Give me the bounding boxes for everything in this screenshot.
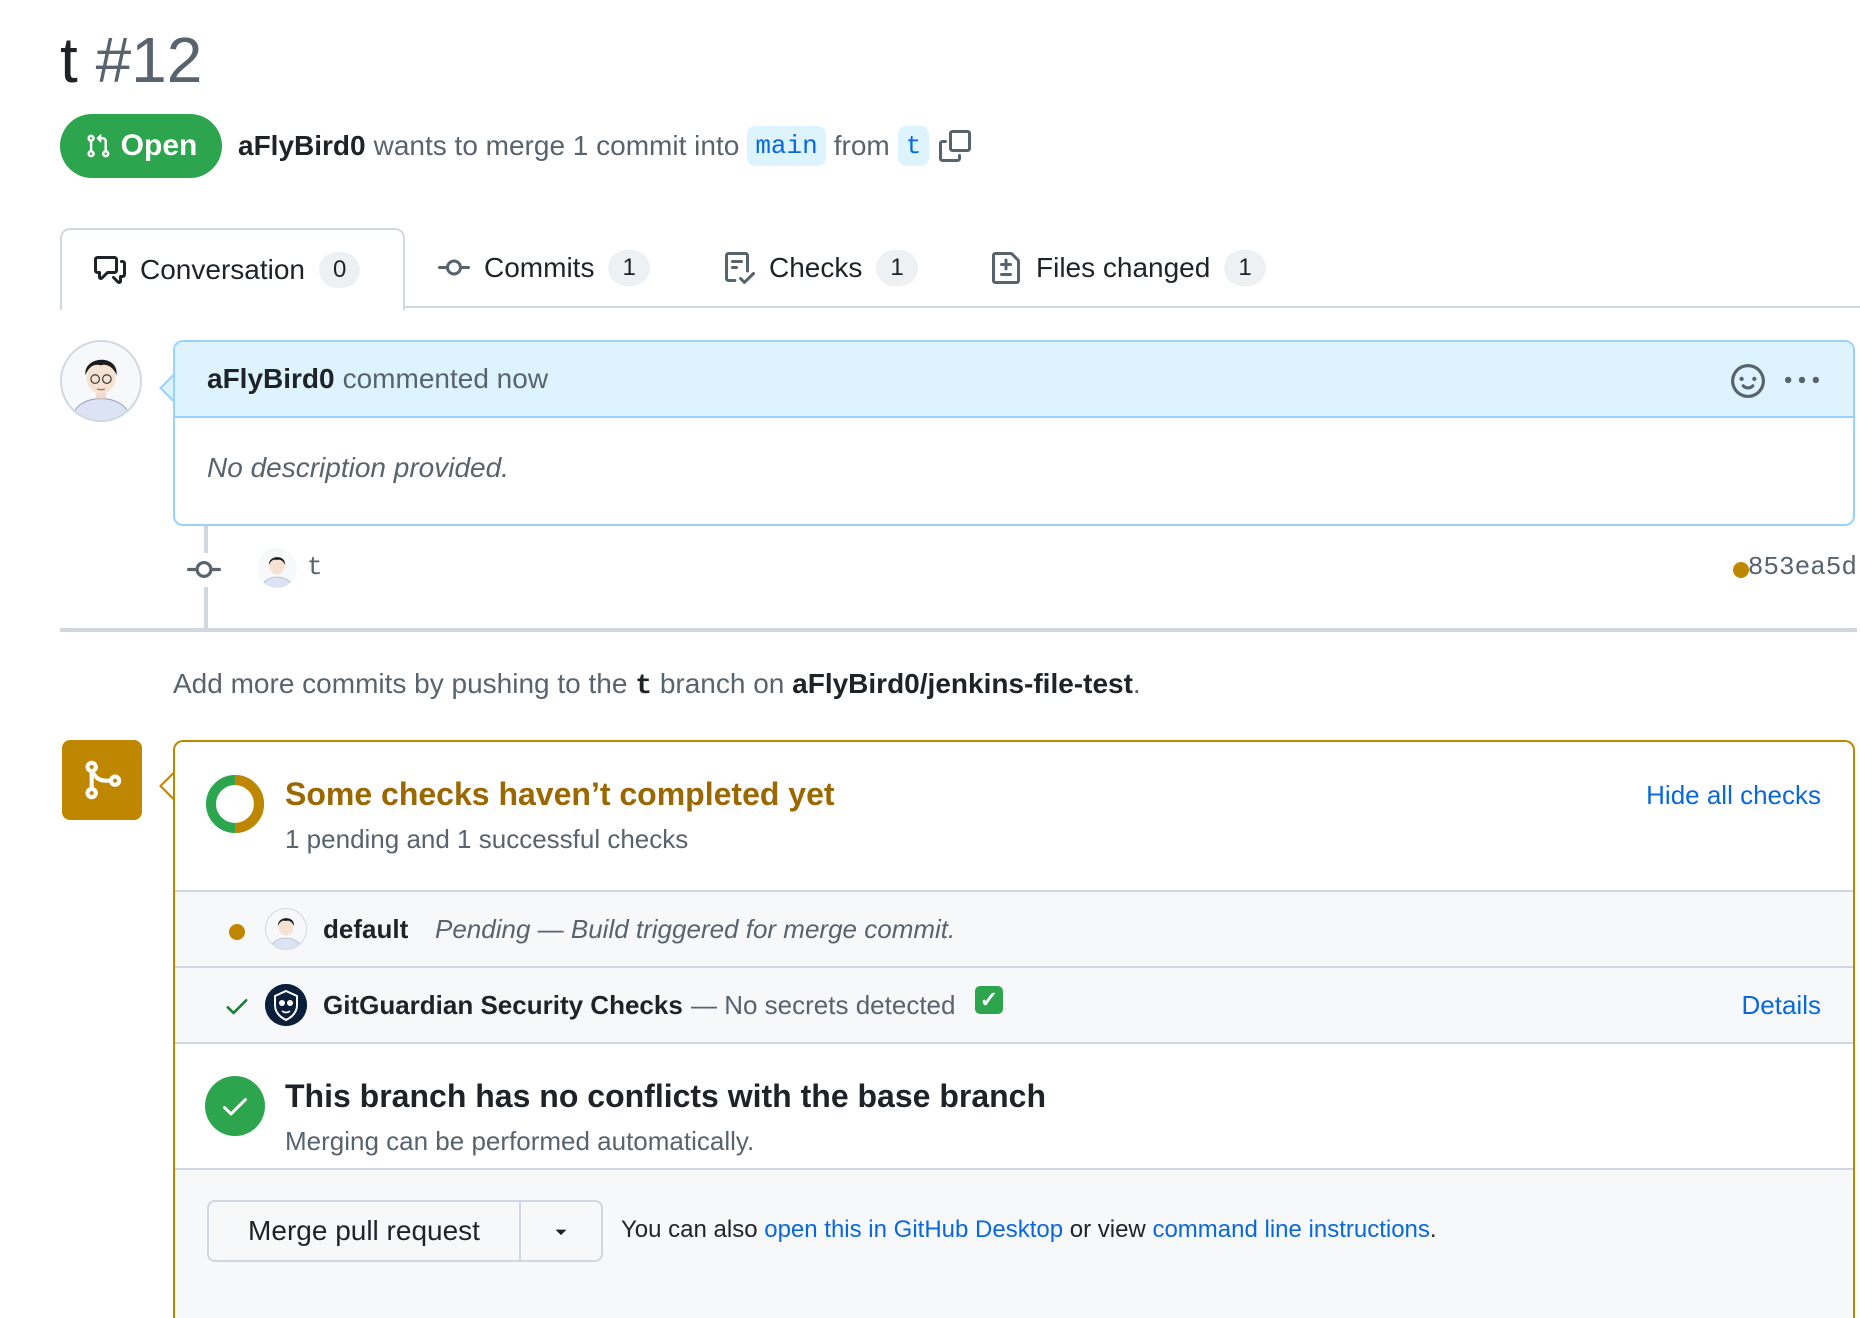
file-diff-icon: [990, 252, 1022, 284]
merge-box: Some checks haven’t completed yet 1 pend…: [173, 740, 1855, 1318]
copy-icon[interactable]: [939, 130, 972, 162]
push-info-middle: branch on: [659, 668, 785, 699]
tab-files-changed[interactable]: Files changed 1: [990, 228, 1266, 308]
pr-title: t #12: [60, 18, 202, 102]
tab-label: Checks: [769, 252, 863, 283]
pr-status-badge: Open: [60, 114, 222, 178]
comment-box: aFlyBird0 commented now No description p…: [173, 340, 1855, 526]
check-details-link[interactable]: Details: [1742, 990, 1821, 1021]
commit-author-avatar[interactable]: [257, 548, 297, 588]
pr-merge-text: wants to merge 1 commit into: [373, 130, 740, 161]
check-icon: [223, 992, 251, 1020]
comment-body: No description provided.: [207, 452, 509, 483]
cli-instructions-link[interactable]: command line instructions: [1152, 1216, 1429, 1243]
merge-method-dropdown[interactable]: [521, 1202, 601, 1260]
tab-commits[interactable]: Commits 1: [438, 228, 650, 308]
comment-timestamp: commented now: [342, 363, 549, 394]
check-name: default: [323, 914, 409, 944]
check-row-default: default Pending — Build triggered for me…: [175, 890, 1853, 966]
commit-status-dot[interactable]: [1733, 562, 1749, 578]
tab-counter: 1: [608, 250, 650, 286]
gitguardian-logo-icon: [265, 984, 307, 1026]
head-branch-link[interactable]: t: [897, 126, 930, 166]
check-circle-icon: [205, 1076, 265, 1136]
merge-actions: Merge pull request You can also open thi…: [175, 1168, 1853, 1318]
timeline-commit: t 853ea5d: [187, 544, 1857, 594]
merge-button-group: Merge pull request: [207, 1200, 603, 1262]
git-merge-icon: [80, 758, 124, 802]
checks-progress-icon: [205, 774, 265, 834]
tab-label: Conversation: [140, 254, 305, 285]
push-info: Add more commits by pushing to the t bra…: [173, 668, 1141, 702]
pr-status-label: Open: [120, 129, 198, 162]
base-branch-link[interactable]: main: [747, 126, 826, 166]
hide-checks-button[interactable]: Hide all checks: [1646, 780, 1821, 811]
comment-header: aFlyBird0 commented now: [175, 342, 1853, 418]
pending-dot-icon: [229, 924, 245, 940]
triangle-down-icon: [550, 1220, 572, 1242]
push-info-suffix: .: [1132, 668, 1141, 699]
conflicts-subtitle: Merging can be performed automatically.: [285, 1126, 755, 1156]
checklist-icon: [723, 252, 755, 284]
pr-title-text: t: [60, 24, 78, 96]
pr-tabs: Conversation 0 Commits 1 Checks 1 Files …: [60, 228, 1860, 310]
push-info-repo: aFlyBird0/jenkins-file-test: [792, 668, 1133, 699]
push-info-branch: t: [635, 671, 653, 702]
merge-status-icon-box: [62, 740, 142, 820]
merge-alt-text: You can also open this in GitHub Desktop…: [621, 1216, 1437, 1244]
conflicts-section: This branch has no conflicts with the ba…: [175, 1042, 1853, 1168]
merge-pull-request-button[interactable]: Merge pull request: [209, 1202, 521, 1260]
check-avatar: [265, 908, 307, 950]
pr-meta: aFlyBird0 wants to merge 1 commit into m…: [238, 124, 972, 168]
avatar[interactable]: [60, 340, 142, 422]
tab-counter: 0: [318, 252, 361, 288]
checks-title: Some checks haven’t completed yet: [285, 776, 835, 812]
merge-period: .: [1429, 1216, 1437, 1243]
kebab-horizontal-icon[interactable]: [1785, 364, 1819, 398]
tab-conversation[interactable]: Conversation 0: [60, 228, 405, 310]
git-commit-icon: [438, 252, 470, 284]
tab-counter: 1: [1224, 250, 1266, 286]
git-pull-request-icon: [85, 132, 111, 160]
check-description: Pending — Build triggered for merge comm…: [435, 914, 956, 944]
conflicts-title: This branch has no conflicts with the ba…: [285, 1078, 1047, 1114]
tab-label: Commits: [484, 252, 595, 283]
commit-sha-link[interactable]: 853ea5d: [1748, 552, 1857, 582]
check-row-gitguardian: GitGuardian Security Checks — No secrets…: [175, 966, 1853, 1042]
tab-counter: 1: [876, 250, 918, 286]
github-desktop-link[interactable]: open this in GitHub Desktop: [764, 1216, 1063, 1243]
comment-author-link[interactable]: aFlyBird0: [207, 363, 335, 395]
merge-also-text: You can also: [621, 1216, 758, 1243]
tab-checks[interactable]: Checks 1: [723, 228, 918, 308]
check-name: GitGuardian Security Checks: [323, 990, 683, 1020]
commit-message-link[interactable]: t: [307, 552, 323, 582]
merge-or-view-text: or view: [1069, 1216, 1146, 1243]
pr-from-text: from: [833, 130, 890, 161]
pr-author-link[interactable]: aFlyBird0: [238, 130, 366, 162]
white-check-mark-icon: ✓: [975, 986, 1003, 1014]
push-info-prefix: Add more commits by pushing to the: [173, 668, 628, 699]
tab-label: Files changed: [1036, 252, 1211, 283]
pr-number: #12: [95, 24, 203, 96]
check-description: — No secrets detected: [691, 990, 956, 1020]
comment-discussion-icon: [94, 254, 126, 286]
git-commit-icon: [187, 553, 221, 587]
checks-subtitle: 1 pending and 1 successful checks: [285, 824, 689, 854]
timeline-divider: [60, 628, 1857, 632]
smiley-icon[interactable]: [1731, 364, 1765, 398]
